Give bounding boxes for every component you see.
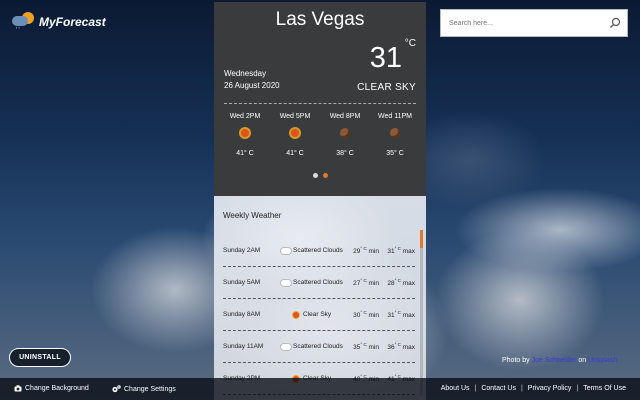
weather-logo-icon: '' <box>10 10 36 34</box>
row-max: 31° C max <box>387 245 415 256</box>
divider <box>224 103 416 104</box>
hour-temp: 41° C <box>236 150 254 157</box>
list-item: Sunday 2AM Scattered Clouds 29° C min 31… <box>223 235 415 267</box>
carousel-dot[interactable] <box>312 173 318 178</box>
row-max: 28° C max <box>387 277 415 288</box>
row-min: 35° C min <box>353 341 379 352</box>
contact-us-link[interactable]: Contact Us <box>481 385 516 392</box>
change-settings-button[interactable]: Change Settings <box>112 385 176 393</box>
row-max: 36° C max <box>387 341 415 352</box>
separator: | <box>576 385 579 392</box>
moon-icon <box>388 126 402 140</box>
cloud-icon <box>281 247 293 255</box>
weekly-title: Weekly Weather <box>223 211 282 220</box>
carousel-dot-active[interactable] <box>322 173 328 178</box>
row-condition: Clear Sky <box>303 311 332 318</box>
footer-links: About Us | Contact Us | Privacy Policy |… <box>441 385 626 392</box>
scrollbar-thumb[interactable] <box>420 230 423 248</box>
change-settings-label: Change Settings <box>124 385 176 393</box>
hour-temp: 41° C <box>286 150 304 157</box>
hour-temp: 38° C <box>336 150 354 157</box>
terms-of-use-link[interactable]: Terms Of Use <box>583 385 626 392</box>
photo-site-link[interactable]: Unsplash <box>588 357 617 364</box>
row-condition: Scattered Clouds <box>293 279 343 286</box>
list-item: Sunday 8AM Clear Sky 30° C min 31° C max <box>223 299 415 331</box>
hourly-forecast: Wed 2PM 41° C Wed 5PM 41° C Wed 8PM 38° … <box>222 113 418 157</box>
search-icon[interactable] <box>609 17 621 29</box>
sun-icon <box>281 311 303 319</box>
uninstall-button[interactable]: UNINSTALL <box>9 348 71 367</box>
row-condition: Scattered Clouds <box>293 247 343 254</box>
cloud-icon <box>281 279 293 287</box>
date-block: Wednesday 26 August 2020 <box>224 68 280 92</box>
privacy-policy-link[interactable]: Privacy Policy <box>528 385 572 392</box>
hour-time: Wed 8PM <box>329 113 361 120</box>
row-max: 31° C max <box>387 309 415 320</box>
about-us-link[interactable]: About Us <box>441 385 470 392</box>
row-min: 29° C min <box>353 245 379 256</box>
temperature-unit: °C <box>404 38 416 49</box>
city-name: Las Vegas <box>275 9 365 30</box>
row-day: Sunday 5AM <box>223 279 261 286</box>
hour-time: Wed 5PM <box>279 113 311 120</box>
hour-temp: 35° C <box>386 150 404 157</box>
camera-icon <box>14 385 22 392</box>
current-condition: CLEAR SKY <box>357 82 416 93</box>
weekly-scrollbar[interactable] <box>420 230 423 396</box>
hourly-item: Wed 2PM 41° C <box>222 113 268 157</box>
current-day: Wednesday <box>224 69 267 78</box>
cloud-icon <box>281 343 293 351</box>
hourly-item: Wed 11PM 35° C <box>372 113 418 157</box>
list-item: Sunday 5AM Scattered Clouds 27° C min 28… <box>223 267 415 299</box>
separator: | <box>474 385 477 392</box>
current-weather-panel: Las Vegas 31 °C Wednesday 26 August 2020… <box>214 2 426 196</box>
photo-author-link[interactable]: Joe Schneider <box>532 357 577 364</box>
moon-icon <box>338 126 352 140</box>
row-day: Sunday 2AM <box>223 247 261 254</box>
hour-time: Wed 11PM <box>378 113 412 120</box>
hour-time: Wed 2PM <box>229 113 261 120</box>
row-condition: Scattered Clouds <box>293 343 343 350</box>
row-day: Sunday 8AM <box>223 311 261 318</box>
hourly-item: Wed 8PM 38° C <box>322 113 368 157</box>
sun-icon <box>288 126 302 140</box>
weekly-list: Sunday 2AM Scattered Clouds 29° C min 31… <box>223 235 415 395</box>
footer-bar: Change Background Change Settings About … <box>0 378 640 400</box>
search-box <box>440 9 628 37</box>
change-background-label: Change Background <box>25 385 89 392</box>
app-name: MyForecast <box>39 15 106 29</box>
change-background-button[interactable]: Change Background <box>14 385 89 392</box>
carousel-dots <box>214 173 426 178</box>
row-min: 30° C min <box>353 309 379 320</box>
weather-card: Las Vegas 31 °C Wednesday 26 August 2020… <box>214 2 426 400</box>
app-logo[interactable]: '' MyForecast <box>10 10 106 34</box>
search-input[interactable] <box>441 10 601 36</box>
row-min: 27° C min <box>353 277 379 288</box>
row-day: Sunday 11AM <box>223 343 264 350</box>
current-temperature: 31 <box>369 42 402 74</box>
current-date: 26 August 2020 <box>224 81 280 90</box>
hourly-item: Wed 5PM 41° C <box>272 113 318 157</box>
photo-credit: Photo by Joe Schneider on Unsplash <box>502 357 618 364</box>
list-item: Sunday 11AM Scattered Clouds 35° C min 3… <box>223 331 415 363</box>
gears-icon <box>112 385 121 393</box>
weekly-weather-panel: Weekly Weather Sunday 2AM Scattered Clou… <box>214 196 426 400</box>
separator: | <box>520 385 523 392</box>
sun-icon <box>238 126 252 140</box>
